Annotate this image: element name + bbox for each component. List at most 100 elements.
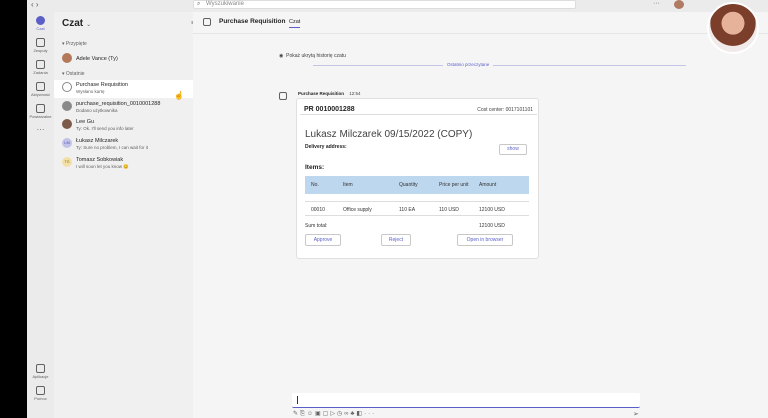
- mouse-cursor-icon: ☝: [174, 91, 184, 100]
- column-header: Quantity: [399, 182, 418, 188]
- rail-label: Czat: [36, 26, 45, 31]
- adaptive-card: PR 0010001288 Cost center: 0017101101 Lu…: [296, 98, 539, 259]
- meet-icon[interactable]: ▷: [330, 411, 337, 417]
- message-meta: Purchase Requisition 12:54: [298, 91, 361, 96]
- last-read-label: Ostatnio przeczytane: [443, 62, 494, 67]
- chat-list-title[interactable]: Czat ⌄: [62, 18, 91, 29]
- pinned-section-label[interactable]: ▾ Przypięte: [62, 41, 87, 47]
- history-text: Pokaż ukrytą historię czatu: [286, 53, 346, 59]
- pinned-label: Przypięte: [65, 41, 87, 47]
- rail-item-activity[interactable]: Aktywność: [27, 82, 54, 97]
- video-call-thumbnail[interactable]: [707, 2, 759, 54]
- reject-button[interactable]: Reject: [381, 234, 411, 246]
- teams-icon: [36, 38, 45, 47]
- search-input[interactable]: ⌕ Wyszukiwanie: [193, 0, 576, 9]
- message-compose-input[interactable]: [292, 393, 640, 408]
- recent-section-label[interactable]: ▾ Ostatnie: [62, 71, 85, 77]
- chat-main-pane: Purchase Requisition Czat ◉ Pokaż ukrytą…: [193, 12, 768, 418]
- chat-title: Purchase Requisition: [219, 18, 286, 25]
- column-header: Price per unit: [439, 182, 469, 188]
- rail-item-tasks[interactable]: Zadania: [27, 60, 54, 75]
- show-history-link[interactable]: ◉ Pokaż ukrytą historię czatu: [279, 53, 346, 59]
- rail-label: Pomoc: [34, 396, 47, 401]
- sum-total-value: 12100 USD: [479, 223, 505, 229]
- rail-item-apps[interactable]: Aplikacje: [27, 364, 54, 379]
- avatar: TS: [62, 157, 72, 167]
- chat-preview: Ty: Sure no problem, I can wait for it: [76, 145, 149, 150]
- app-icon: [203, 18, 211, 26]
- requisition-title: Lukasz Milczarek 09/15/2022 (COPY): [305, 129, 473, 140]
- rail-label: Zespoły: [33, 48, 48, 53]
- chat-header: Purchase Requisition Czat: [193, 12, 768, 34]
- rail-label: Aktywność: [30, 92, 51, 97]
- message-sender: Purchase Requisition: [298, 91, 345, 96]
- last-read-divider: [313, 65, 686, 66]
- column-header: Amount: [479, 182, 497, 188]
- column-header: No.: [311, 182, 319, 188]
- cost-center: Cost center: 0017101101: [477, 107, 533, 113]
- chat-preview: Dodano użytkownika: [76, 108, 118, 113]
- rail-item-teams[interactable]: Zespoły: [27, 38, 54, 53]
- app-avatar: [62, 82, 72, 92]
- attach-icon[interactable]: ⎘: [300, 411, 307, 417]
- bell-icon: [36, 82, 45, 91]
- items-table-header: No. Item Quantity Price per unit Amount: [305, 176, 529, 194]
- chat-name: purchase_requisition_0010001288: [76, 101, 161, 107]
- tab-chat[interactable]: Czat: [289, 19, 301, 28]
- emoji-icon[interactable]: ☺: [307, 411, 315, 417]
- recurring-icon: [36, 104, 45, 113]
- format-icon[interactable]: ✎: [293, 411, 300, 417]
- sum-total-label: Sum total:: [305, 223, 328, 229]
- teams-window: ‹ › ⌕ Wyszukiwanie ··· Czat Zespoły Zada…: [27, 0, 768, 418]
- table-cell: Office supply: [343, 207, 372, 213]
- chat-preview: Ty: Ok. I'll send you info later: [76, 126, 134, 131]
- apps-icon: [36, 364, 45, 373]
- chat-name: Tomasz Sobkowiak: [76, 157, 124, 163]
- help-icon: [36, 386, 45, 395]
- search-placeholder: Wyszukiwanie: [206, 1, 244, 7]
- profile-avatar[interactable]: [674, 0, 684, 9]
- chevron-down-icon: ⌄: [86, 22, 92, 28]
- compose-toolbar: ✎⎘☺▣▢▷◷∞♣◧···: [293, 410, 376, 418]
- back-forward-icon[interactable]: ‹ ›: [31, 0, 39, 9]
- app-rail: Czat Zespoły Zadania Aktywność Powtarzal…: [27, 12, 54, 418]
- show-button[interactable]: show: [499, 144, 527, 155]
- chat-preview: I will soon let you know 😊: [76, 164, 129, 169]
- bot-avatar-icon: [279, 92, 287, 100]
- table-cell: 12100 USD: [479, 207, 505, 213]
- table-cell: 00010: [311, 207, 325, 213]
- chat-list-title-text: Czat: [62, 18, 84, 29]
- search-icon: ⌕: [197, 1, 201, 7]
- more-options-icon[interactable]: ···: [364, 411, 376, 417]
- send-icon[interactable]: ➢: [633, 410, 639, 418]
- rail-item-help[interactable]: Pomoc: [27, 386, 54, 401]
- rail-label: Aplikacje: [32, 374, 49, 379]
- recent-label: Ostatnie: [65, 71, 85, 77]
- card-header: PR 0010001288 Cost center: 0017101101: [300, 103, 537, 115]
- pr-number: PR 0010001288: [304, 106, 355, 113]
- group-avatar: [62, 101, 72, 111]
- column-header: Item: [343, 182, 353, 188]
- table-cell: 110 USD: [439, 207, 459, 213]
- approve-button[interactable]: Approve: [305, 234, 341, 246]
- table-cell: 110 EA: [399, 207, 416, 213]
- gif-icon[interactable]: ▣: [315, 411, 323, 417]
- apps-icon[interactable]: ◧: [356, 411, 364, 417]
- table-row: 00010 Office supply 110 EA 110 USD 12100…: [305, 201, 529, 216]
- more-apps-icon[interactable]: ···: [27, 125, 54, 134]
- avatar: LM: [62, 138, 72, 148]
- rail-item-recurring[interactable]: Powtarzalne: [27, 104, 54, 119]
- avatar: [62, 119, 72, 129]
- chat-preview: Wysłano kartę: [76, 89, 105, 94]
- items-label: Items:: [305, 164, 325, 171]
- chat-name: Purchase Requisition: [76, 82, 128, 88]
- tasks-icon: [36, 60, 45, 69]
- chat-name: Adele Vance (Ty): [76, 56, 118, 62]
- chat-name: Łukasz Milczarek: [76, 138, 119, 144]
- more-options-icon[interactable]: ···: [653, 0, 660, 7]
- chat-name: Lee Gu: [76, 119, 95, 125]
- rail-item-chat[interactable]: Czat: [27, 16, 54, 31]
- eye-icon: ◉: [279, 53, 284, 59]
- open-in-browser-button[interactable]: Open in browser: [457, 234, 513, 246]
- delivery-address-label: Delivery address:: [305, 144, 347, 150]
